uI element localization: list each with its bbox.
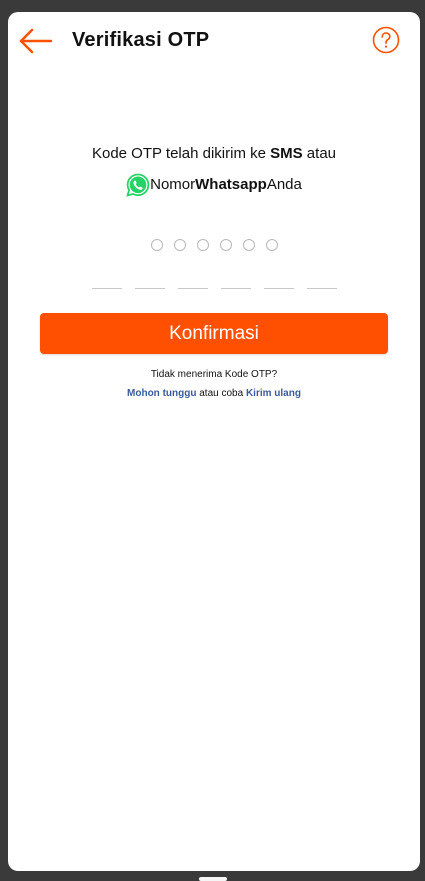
otp-dot [174,239,186,251]
back-button[interactable] [18,26,54,56]
otp-digit-slot[interactable] [264,288,294,289]
sms-label: SMS [270,145,303,162]
otp-progress-dots [151,239,278,251]
otp-digit-slot[interactable] [178,288,208,289]
arrow-left-icon [19,28,53,54]
screen-frame: Verifikasi OTP Kode OTP telah dikirim ke… [0,0,425,881]
wait-link[interactable]: Mohon tunggu [127,388,196,399]
header: Verifikasi OTP [8,12,420,70]
help-button[interactable] [372,26,400,54]
whatsapp-label: Whatsapp [195,176,267,193]
question-circle-icon [372,26,400,54]
whatsapp-icon [126,173,150,197]
page-title: Verifikasi OTP [72,29,210,51]
otp-input[interactable] [92,288,337,289]
message-line-1: Kode OTP telah dikirim ke SMS atau [8,138,420,169]
resend-link[interactable]: Kirim ulang [246,388,301,399]
otp-dot [266,239,278,251]
confirm-button[interactable]: Konfirmasi [40,313,388,354]
otp-digit-slot[interactable] [92,288,122,289]
home-indicator [199,877,227,881]
not-received-text: Tidak menerima Kode OTP? [150,369,278,380]
otp-digit-slot[interactable] [221,288,251,289]
otp-dot [243,239,255,251]
otp-sent-message: Kode OTP telah dikirim ke SMS atau Nomor… [8,138,420,208]
message-text: Nomor [150,176,196,193]
message-line-2: Nomor Whatsapp Anda [126,169,302,200]
otp-dot [220,239,232,251]
message-text: Anda [266,176,302,193]
resend-line: Mohon tunggu atau coba Kirim ulang [8,388,420,399]
otp-dot [197,239,209,251]
otp-digit-slot[interactable] [135,288,165,289]
resend-separator-text: atau coba [196,388,246,399]
otp-digit-slot[interactable] [307,288,337,289]
message-text: Kode OTP telah dikirim ke [91,145,271,162]
message-text: atau [302,145,337,162]
otp-verification-card: Verifikasi OTP Kode OTP telah dikirim ke… [8,12,420,871]
otp-dot [151,239,163,251]
